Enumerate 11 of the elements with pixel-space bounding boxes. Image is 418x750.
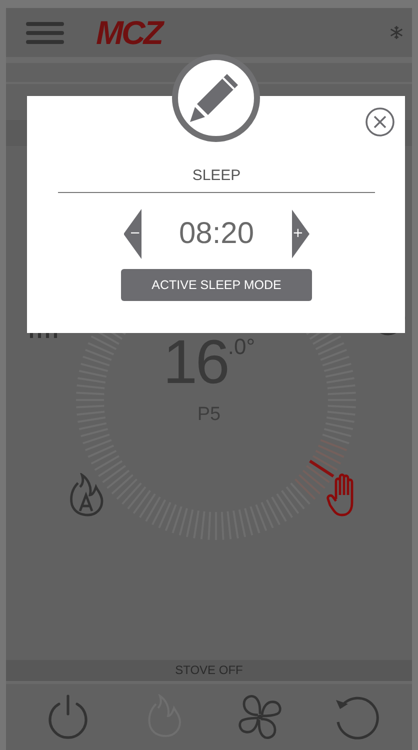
dialog-title: SLEEP (58, 166, 375, 193)
close-icon[interactable] (365, 107, 395, 137)
logo: MCZ (96, 16, 162, 50)
increase-button[interactable]: + (292, 209, 310, 259)
sleep-mode-button[interactable]: ACTIVE SLEEP MODE (121, 269, 312, 301)
snowflake-icon[interactable] (390, 26, 403, 39)
decrease-button[interactable]: − (124, 209, 142, 259)
fan-icon[interactable] (236, 694, 284, 740)
time-value: 08:20 (178, 217, 256, 251)
menu-icon[interactable] (26, 22, 64, 44)
auto-flame-icon[interactable] (68, 473, 104, 517)
